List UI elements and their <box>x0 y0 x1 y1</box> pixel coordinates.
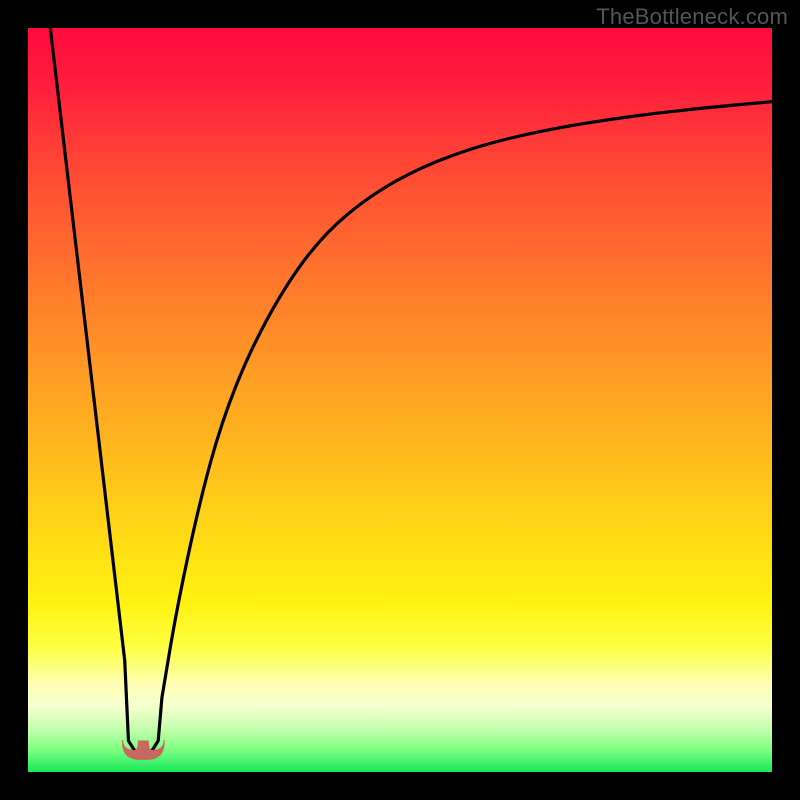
plot-area <box>28 28 772 772</box>
chart-svg <box>28 28 772 772</box>
chart-frame: TheBottleneck.com <box>0 0 800 800</box>
bottleneck-curve <box>50 28 772 754</box>
watermark-text: TheBottleneck.com <box>596 4 788 30</box>
